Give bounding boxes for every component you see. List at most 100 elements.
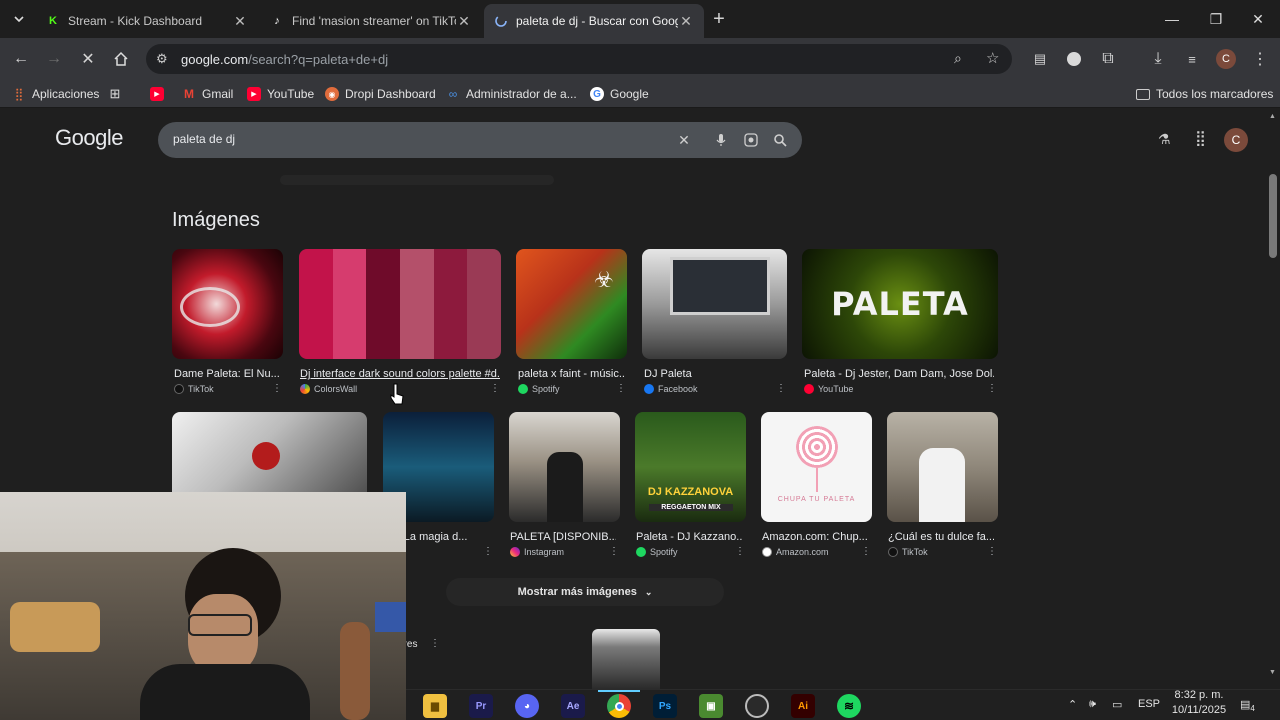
- notifications-icon[interactable]: ▤4: [1240, 698, 1255, 713]
- clear-search-icon[interactable]: ✕: [674, 130, 694, 150]
- discord-icon[interactable]: ◕: [515, 694, 539, 718]
- result-source[interactable]: Instagram: [510, 547, 564, 557]
- result-thumbnail[interactable]: CHUPA TU PALETA: [761, 412, 872, 522]
- search-icon[interactable]: [770, 130, 790, 150]
- more-options-icon[interactable]: ⋮: [609, 546, 619, 557]
- more-options-icon[interactable]: ⋮: [430, 638, 440, 649]
- minimize-button[interactable]: —: [1150, 0, 1194, 38]
- tab-tiktok[interactable]: ♪ Find 'masion streamer' on TikTo ✕: [260, 4, 482, 38]
- image-result-5[interactable]: PALETA Paleta - Dj Jester, Dam Dam, Jose…: [802, 249, 998, 399]
- more-options-icon[interactable]: ⋮: [987, 546, 997, 557]
- scrollbar-thumb[interactable]: [1269, 174, 1277, 258]
- page-scrollbar[interactable]: ▲ ▼: [1266, 109, 1280, 689]
- back-button[interactable]: ←: [8, 46, 34, 72]
- image-result-10[interactable]: CHUPA TU PALETA Amazon.com: Chup... Amaz…: [761, 412, 872, 562]
- bookmark-youtube[interactable]: ▶ YouTube: [247, 85, 314, 103]
- more-options-icon[interactable]: ⋮: [776, 383, 786, 394]
- forward-button[interactable]: →: [41, 46, 67, 72]
- microphone-icon[interactable]: [711, 130, 731, 150]
- extensions-button[interactable]: ⧉: [1095, 46, 1121, 72]
- result-caption[interactable]: Paleta - DJ Kazzano...: [636, 531, 742, 543]
- minecraft-icon[interactable]: ▣: [699, 694, 723, 718]
- chevron-up-icon[interactable]: ⌃: [1068, 698, 1077, 711]
- result-source[interactable]: TikTok: [174, 384, 214, 394]
- stop-button[interactable]: ✕: [75, 46, 101, 72]
- spotify-icon[interactable]: ≋: [837, 694, 861, 718]
- result-source[interactable]: ColorsWall: [300, 384, 357, 394]
- image-result-8[interactable]: PALETA [DISPONIB... Instagram ⋮: [509, 412, 620, 562]
- tab-google-search[interactable]: paleta de dj - Buscar con Googl ✕: [484, 4, 704, 38]
- more-options-icon[interactable]: ⋮: [616, 383, 626, 394]
- bookmark-youtube-icon-only[interactable]: ▶: [150, 85, 170, 103]
- tab-kick[interactable]: K Stream - Kick Dashboard ✕: [36, 4, 258, 38]
- more-options-icon[interactable]: ⋮: [861, 546, 871, 557]
- result-caption[interactable]: Dj interface dark sound colors palette #…: [300, 368, 500, 380]
- result-caption[interactable]: Amazon.com: Chup...: [762, 531, 868, 543]
- account-avatar[interactable]: C: [1224, 128, 1248, 152]
- profile-button[interactable]: C: [1213, 46, 1239, 72]
- volume-icon[interactable]: 🕪: [1089, 698, 1096, 711]
- lens-icon[interactable]: [741, 130, 761, 150]
- site-settings-icon[interactable]: ⚙: [156, 51, 168, 67]
- chrome-icon[interactable]: [607, 694, 631, 718]
- image-result-1[interactable]: Dame Paleta: El Nu... TikTok ⋮: [172, 249, 283, 399]
- more-options-icon[interactable]: ⋮: [735, 546, 745, 557]
- bookmark-gmail[interactable]: M Gmail: [182, 85, 233, 103]
- result-source[interactable]: Amazon.com: [762, 547, 829, 557]
- google-logo[interactable]: Google: [55, 125, 123, 151]
- more-options-icon[interactable]: ⋮: [272, 383, 282, 394]
- more-options-icon[interactable]: ⋮: [483, 546, 493, 557]
- result-thumbnail[interactable]: [887, 412, 998, 522]
- image-result-3[interactable]: ☣ paleta x faint - músic... Spotify ⋮: [516, 249, 627, 399]
- more-options-icon[interactable]: ⋮: [490, 383, 500, 394]
- bookmark-google[interactable]: G Google: [590, 85, 649, 103]
- labs-flask-icon[interactable]: ⚗: [1158, 131, 1171, 148]
- illustrator-icon[interactable]: Ai: [791, 694, 815, 718]
- premiere-icon[interactable]: Pr: [469, 694, 493, 718]
- home-button[interactable]: [108, 46, 134, 72]
- result-caption[interactable]: Dame Paleta: El Nu...: [174, 368, 280, 380]
- google-apps-icon[interactable]: ⣿: [1195, 129, 1206, 147]
- result-source[interactable]: Spotify: [636, 547, 678, 557]
- image-result-11[interactable]: ¿Cuál es tu dulce fa... TikTok ⋮: [887, 412, 998, 562]
- network-icon[interactable]: ▭: [1112, 698, 1122, 711]
- bookmark-dropi[interactable]: ◉ Dropi Dashboard: [325, 85, 436, 103]
- search-box[interactable]: paleta de dj ✕: [158, 122, 802, 158]
- bookmark-all-folder[interactable]: Todos los marcadores: [1136, 85, 1273, 103]
- scroll-down-icon[interactable]: ▼: [1269, 669, 1276, 676]
- bookmark-grid[interactable]: ⊞: [108, 85, 128, 103]
- search-input[interactable]: paleta de dj: [173, 132, 235, 146]
- url-text[interactable]: google.com/search?q=paleta+de+dj: [181, 52, 388, 67]
- after-effects-icon[interactable]: Ae: [561, 694, 585, 718]
- image-result-2[interactable]: Dj interface dark sound colors palette #…: [299, 249, 501, 399]
- result-thumbnail[interactable]: DJ KAZZANOVA REGGAETON MIX: [635, 412, 746, 522]
- result-thumbnail[interactable]: PALETA: [802, 249, 998, 359]
- downloads-button[interactable]: ⤓: [1145, 46, 1171, 72]
- file-explorer-icon[interactable]: ▆: [423, 694, 447, 718]
- scroll-up-icon[interactable]: ▲: [1269, 113, 1276, 120]
- restore-button[interactable]: ❐: [1194, 0, 1238, 38]
- media-control-button[interactable]: ≡: [1179, 46, 1205, 72]
- tab-search-button[interactable]: [6, 6, 32, 32]
- result-thumbnail[interactable]: [172, 249, 283, 359]
- clock[interactable]: 8:32 p. m. 10/11/2025: [1170, 688, 1228, 718]
- result-caption[interactable]: PALETA [DISPONIB...: [510, 531, 616, 543]
- close-icon[interactable]: ✕: [678, 13, 694, 30]
- partial-thumbnail[interactable]: [592, 629, 660, 689]
- result-thumbnail[interactable]: [299, 249, 501, 359]
- reading-list-button[interactable]: ▤: [1027, 46, 1053, 72]
- address-bar[interactable]: ⚙ google.com/search?q=paleta+de+dj ⌕ ☆: [146, 44, 1012, 74]
- close-icon[interactable]: ✕: [456, 13, 472, 30]
- close-icon[interactable]: ✕: [232, 13, 248, 30]
- image-result-9[interactable]: DJ KAZZANOVA REGGAETON MIX Paleta - DJ K…: [635, 412, 746, 562]
- result-thumbnail[interactable]: [642, 249, 787, 359]
- photoshop-icon[interactable]: Ps: [653, 694, 677, 718]
- bookmark-star-icon[interactable]: ☆: [986, 49, 999, 67]
- result-caption[interactable]: ¿Cuál es tu dulce fa...: [888, 531, 994, 543]
- new-tab-button[interactable]: +: [706, 6, 732, 32]
- result-thumbnail[interactable]: ☣: [516, 249, 627, 359]
- bookmark-admin[interactable]: ∞ Administrador de a...: [446, 85, 577, 103]
- result-caption[interactable]: Paleta - Dj Jester, Dam Dam, Jose Dol...: [804, 368, 994, 380]
- menu-button[interactable]: ⋮: [1247, 46, 1273, 72]
- close-window-button[interactable]: ✕: [1236, 0, 1280, 38]
